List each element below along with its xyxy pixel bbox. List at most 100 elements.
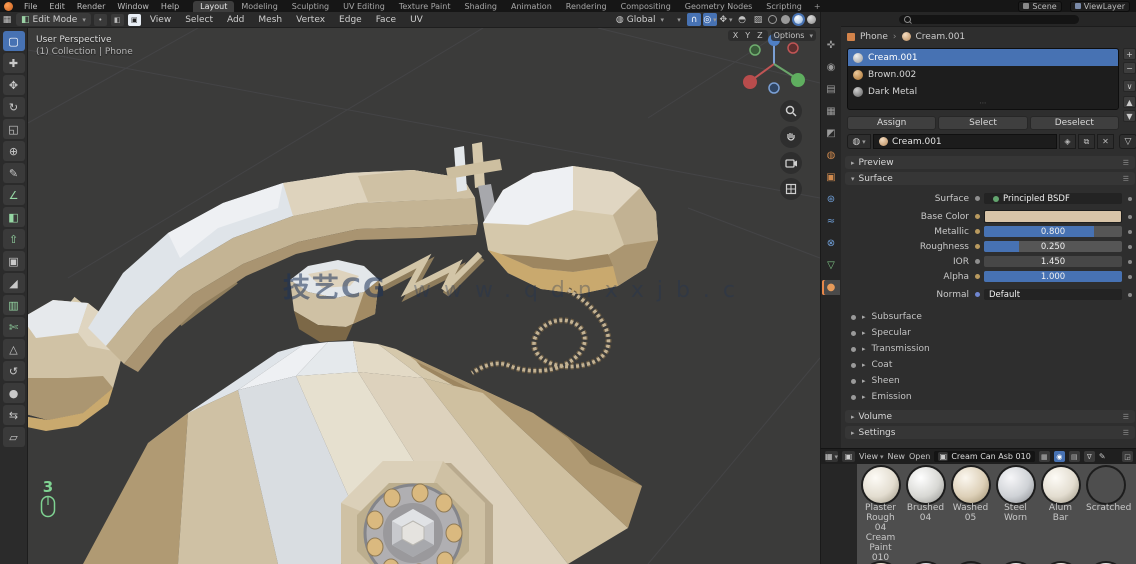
tool-annotate[interactable]: ✎ xyxy=(2,163,25,183)
gizmos-dropdown[interactable]: ✥ xyxy=(719,13,733,26)
unlink-material-button[interactable]: ✕ xyxy=(1097,134,1114,149)
material-name-field[interactable]: Cream.001 xyxy=(873,134,1057,149)
slot-move-down-button[interactable]: ▼ xyxy=(1123,110,1136,122)
add-slot-button[interactable]: + xyxy=(1123,48,1136,60)
breadcrumb-object[interactable]: Phone xyxy=(860,32,888,42)
add-workspace-button[interactable]: + xyxy=(809,1,826,12)
editor-type-icon[interactable]: ▦ xyxy=(0,13,14,26)
menu-file[interactable]: File xyxy=(18,1,43,12)
shader-select-button[interactable]: Principled BSDF xyxy=(984,193,1122,204)
slot-move-up-button[interactable]: ▲ xyxy=(1123,96,1136,108)
tool-bevel[interactable]: ◢ xyxy=(2,273,25,293)
3d-viewport[interactable]: X Y Z Options User Perspective (1) Colle… xyxy=(28,28,820,564)
menu-vertex[interactable]: Vertex xyxy=(290,15,331,25)
tool-knife[interactable]: ✄ xyxy=(2,317,25,337)
menu-select[interactable]: Select xyxy=(179,15,219,25)
select-mode-vertex[interactable]: • xyxy=(93,13,107,26)
alpha-slider[interactable]: 1.000 xyxy=(984,271,1122,282)
shading-rendered-button[interactable] xyxy=(807,15,816,24)
tab-scripting[interactable]: Scripting xyxy=(759,1,809,12)
shading-material-preview-button[interactable] xyxy=(794,15,803,24)
options-dropdown[interactable]: Options xyxy=(770,30,816,41)
material-slot-row[interactable]: Cream.001 xyxy=(848,49,1118,66)
ptab-scene[interactable]: ◩ xyxy=(822,126,840,141)
viewport-canvas[interactable] xyxy=(28,28,820,564)
menu-mesh[interactable]: Mesh xyxy=(252,15,288,25)
fake-user-button[interactable]: ◈ xyxy=(1059,134,1076,149)
tab-texture-paint[interactable]: Texture Paint xyxy=(392,1,458,12)
shading-solid-button[interactable] xyxy=(781,15,790,24)
use-nodes-button[interactable]: ▽ xyxy=(1119,134,1136,149)
shading-wireframe-button[interactable] xyxy=(768,15,777,24)
editor-type-icon[interactable]: ▦ xyxy=(825,451,838,462)
tool-move[interactable]: ✥ xyxy=(2,75,25,95)
proportional-edit-dropdown[interactable]: ◎ xyxy=(703,13,717,26)
surface-section-header[interactable]: Surface☰ xyxy=(845,172,1135,185)
menu-face[interactable]: Face xyxy=(370,15,402,25)
tab-uv-editing[interactable]: UV Editing xyxy=(336,1,392,12)
material-thumbnail[interactable]: Plaster Rough 04 Cream Paint 010 xyxy=(861,467,900,563)
tool-shear[interactable]: ▱ xyxy=(2,427,25,447)
select-mode-face[interactable]: ▣ xyxy=(127,13,141,26)
material-slot-row[interactable]: Brown.002 xyxy=(848,66,1118,83)
tab-animation[interactable]: Animation xyxy=(504,1,559,12)
grid-view-toggle[interactable]: ▦ xyxy=(1038,451,1050,462)
list-view-toggle[interactable]: ▤ xyxy=(1068,451,1080,462)
tool-extrude-region[interactable]: ⇧ xyxy=(2,229,25,249)
ptab-object-data[interactable]: ▽ xyxy=(822,258,840,273)
preview-section-header[interactable]: Preview☰ xyxy=(845,156,1135,169)
ptab-constraints[interactable]: ⊗ xyxy=(822,236,840,251)
animate-dot[interactable] xyxy=(1128,214,1132,219)
metallic-slider[interactable]: 0.800 xyxy=(984,226,1122,237)
breadcrumb-material[interactable]: Cream.001 xyxy=(916,32,966,42)
ptab-modifiers[interactable]: ⊛ xyxy=(822,192,840,207)
tool-poly-build[interactable]: △ xyxy=(2,339,25,359)
menu-window[interactable]: Window xyxy=(111,1,155,12)
tab-modeling[interactable]: Modeling xyxy=(234,1,284,12)
list-resize-grip[interactable]: ⋯ xyxy=(848,100,1118,107)
asset-sidebar-strip[interactable] xyxy=(821,464,857,564)
normal-field[interactable]: Default xyxy=(984,289,1122,300)
slot-specials-button[interactable]: ∨ xyxy=(1123,80,1136,92)
phone-model[interactable] xyxy=(28,142,658,564)
tool-scale[interactable]: ◱ xyxy=(2,119,25,139)
navigation-gizmo-icon[interactable] xyxy=(743,34,805,94)
new-material-button[interactable]: ⧉ xyxy=(1078,134,1095,149)
animate-dot[interactable] xyxy=(1128,259,1132,264)
assign-button[interactable]: Assign xyxy=(847,116,937,130)
mirror-x-toggle[interactable]: X xyxy=(731,31,740,40)
tab-shading[interactable]: Shading xyxy=(457,1,504,12)
material-thumbnail[interactable]: Brushed 04 xyxy=(906,467,945,563)
overlays-toggle[interactable]: ◓ xyxy=(735,13,749,26)
ptab-tool[interactable]: ✜ xyxy=(822,38,840,53)
menu-uv[interactable]: UV xyxy=(404,15,429,25)
material-thumbnail[interactable]: Alum Bar xyxy=(1041,467,1080,563)
ptab-view-layer[interactable]: ▦ xyxy=(822,104,840,119)
ptab-material[interactable]: ● xyxy=(822,280,840,295)
menu-add[interactable]: Add xyxy=(221,15,250,25)
view-layer-selector[interactable]: ViewLayer xyxy=(1069,0,1130,12)
scene-selector[interactable]: Scene xyxy=(1018,0,1062,12)
panel-corner-icon[interactable]: ◲ xyxy=(1122,451,1133,462)
tab-rendering[interactable]: Rendering xyxy=(559,1,614,12)
zoom-button[interactable] xyxy=(780,100,802,122)
ptab-render[interactable]: ◉ xyxy=(822,60,840,75)
tool-edge-slide[interactable]: ⇆ xyxy=(2,405,25,425)
menu-edit[interactable]: Edit xyxy=(43,1,71,12)
material-thumbnail[interactable]: Steel Worn xyxy=(996,467,1035,563)
tab-geometry-nodes[interactable]: Geometry Nodes xyxy=(678,1,759,12)
browse-material-button[interactable]: ◍ xyxy=(847,134,871,149)
tool-measure[interactable]: ∠ xyxy=(2,185,25,205)
asset-view-menu[interactable]: View xyxy=(859,452,884,461)
snap-target-dropdown[interactable] xyxy=(671,13,685,26)
preview-view-toggle[interactable]: ◉ xyxy=(1053,451,1065,462)
specular-section[interactable]: Specular xyxy=(851,326,1131,340)
tool-loop-cut[interactable]: ▥ xyxy=(2,295,25,315)
menu-edge[interactable]: Edge xyxy=(333,15,368,25)
menu-help[interactable]: Help xyxy=(155,1,185,12)
transform-orientation-dropdown[interactable]: ◍ Global xyxy=(611,13,669,26)
settings-section-header[interactable]: Settings☰ xyxy=(845,426,1135,439)
camera-view-button[interactable] xyxy=(780,152,802,174)
animate-dot[interactable] xyxy=(1128,196,1132,201)
ptab-world[interactable]: ◍ xyxy=(822,148,840,163)
